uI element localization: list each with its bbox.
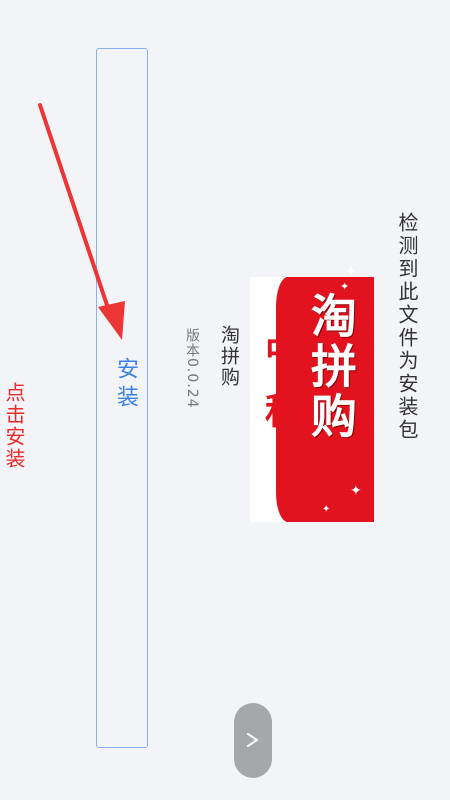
sparkle-icon: ✦	[350, 483, 362, 499]
app-icon-festival-text: 中秋	[259, 332, 301, 452]
sparkle-icon: ✦	[345, 264, 357, 280]
red-arrow-icon	[38, 103, 125, 340]
install-hint: 点击安装	[2, 382, 26, 470]
app-version: 版本0.0.24	[184, 328, 200, 409]
expand-button[interactable]	[234, 703, 272, 778]
app-name: 淘拼购	[218, 325, 240, 388]
install-button-label: 安装	[113, 357, 138, 413]
detect-message: 检测到此文件为安装包	[395, 212, 419, 442]
sparkle-icon: ✦	[340, 280, 350, 293]
sparkle-icon: ✦	[322, 504, 331, 515]
app-icon-logo-text: 淘拼购	[304, 292, 358, 442]
chevron-icon	[247, 733, 258, 747]
